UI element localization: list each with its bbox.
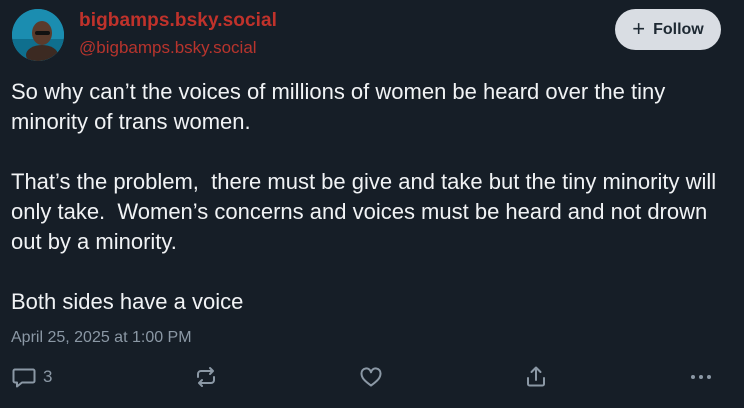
post-body: So why can’t the voices of millions of w…: [11, 77, 726, 317]
repost-icon: [197, 367, 215, 387]
post-paragraph: Both sides have a voice: [11, 289, 244, 314]
heart-icon: [360, 367, 382, 387]
reply-count: 3: [43, 367, 53, 386]
follow-button[interactable]: + Follow: [615, 9, 721, 50]
avatar-image: [12, 9, 64, 61]
post-card: bigbamps.bsky.social @bigbamps.bsky.soci…: [0, 0, 744, 408]
post-paragraph: So why can’t the voices of millions of w…: [11, 79, 672, 134]
more-options-button[interactable]: [688, 362, 714, 392]
share-icon: [527, 366, 545, 387]
avatar[interactable]: [12, 9, 64, 61]
follow-label: Follow: [653, 20, 704, 38]
post-paragraph: That’s the problem, there must be give a…: [11, 169, 723, 254]
like-button[interactable]: [358, 362, 384, 392]
author-handle[interactable]: @bigbamps.bsky.social: [79, 38, 257, 58]
repost-button[interactable]: [193, 362, 219, 392]
post-actions: 3: [0, 362, 744, 392]
plus-icon: +: [632, 15, 646, 41]
author-display-name[interactable]: bigbamps.bsky.social: [79, 10, 277, 32]
reply-bubble-icon: [12, 368, 36, 388]
post-timestamp[interactable]: April 25, 2025 at 1:00 PM: [11, 329, 192, 347]
share-button[interactable]: [523, 362, 549, 392]
reply-button[interactable]: 3: [11, 362, 52, 392]
more-horizontal-icon: [691, 375, 711, 379]
